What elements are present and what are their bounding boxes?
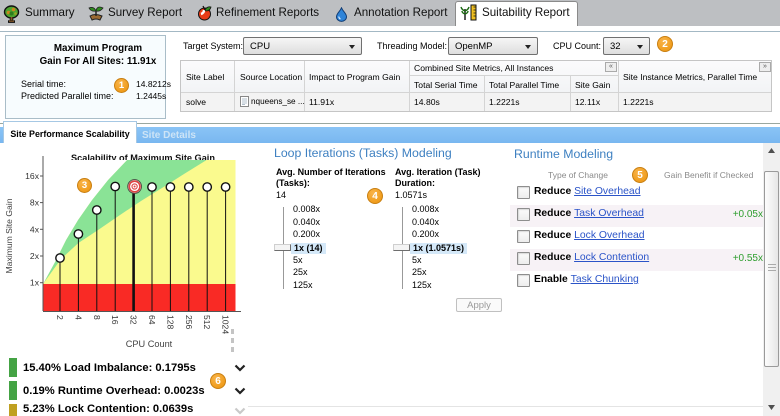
svg-text:1x: 1x xyxy=(30,278,40,288)
svg-text:32: 32 xyxy=(129,315,139,325)
svg-text:256: 256 xyxy=(184,315,194,330)
svg-text:16x: 16x xyxy=(25,171,40,181)
svg-text:2: 2 xyxy=(55,315,65,320)
svg-text:2x: 2x xyxy=(30,251,40,261)
svg-text:8: 8 xyxy=(92,315,102,320)
svg-text:1024: 1024 xyxy=(221,315,231,334)
svg-text:4x: 4x xyxy=(30,224,40,234)
svg-text:CPU Count: CPU Count xyxy=(126,339,173,349)
svg-text:8x: 8x xyxy=(30,198,40,208)
svg-text:128: 128 xyxy=(165,315,175,330)
svg-text:16: 16 xyxy=(110,315,120,325)
svg-text:Maximum Site Gain: Maximum Site Gain xyxy=(4,198,14,273)
svg-text:64: 64 xyxy=(147,315,157,325)
svg-text:4: 4 xyxy=(73,315,83,320)
svg-text:512: 512 xyxy=(202,315,212,330)
